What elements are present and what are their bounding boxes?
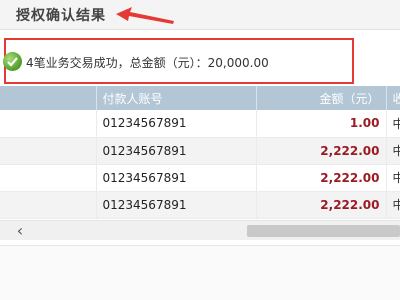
amount-cell: 2,222.00	[256, 164, 387, 192]
footer-area	[0, 246, 400, 300]
column-header-amount: 金额（元）	[256, 86, 387, 110]
transaction-table: 付款人账号 金额（元） 收 01234567891 1.00 中 0123456…	[0, 86, 400, 220]
row-cell-blank	[0, 137, 97, 165]
amount-cell: 2,222.00	[256, 137, 387, 165]
payer-account-cell: 01234567891	[96, 110, 257, 138]
row-cell-blank	[0, 191, 97, 219]
page-header: 授权确认结果	[0, 0, 400, 30]
scrollbar-thumb[interactable]	[247, 225, 400, 237]
table-row[interactable]: 01234567891 2,222.00 中	[0, 137, 400, 165]
partial-cell: 中	[386, 191, 400, 219]
column-header-payer-account: 付款人账号	[96, 86, 257, 110]
column-header	[0, 86, 97, 110]
partial-cell: 中	[386, 110, 400, 138]
table-row[interactable]: 01234567891 1.00 中	[0, 110, 400, 138]
annotation-arrow-icon	[116, 7, 174, 24]
amount-cell: 2,222.00	[256, 191, 387, 219]
payer-account-cell: 01234567891	[96, 191, 257, 219]
payer-account-cell: 01234567891	[96, 164, 257, 192]
partial-cell: 中	[386, 137, 400, 165]
table-row[interactable]: 01234567891 2,222.00 中	[0, 164, 400, 192]
row-cell-blank	[0, 110, 97, 138]
horizontal-scrollbar[interactable]: ‹	[0, 220, 400, 240]
partial-cell: 中	[386, 164, 400, 192]
page-title: 授权确认结果	[16, 8, 106, 24]
status-message: 4笔业务交易成功，总金额（元）：20,000.00	[26, 56, 269, 70]
column-header-partial: 收	[386, 86, 400, 110]
payer-account-cell: 01234567891	[96, 137, 257, 165]
table-row[interactable]: 01234567891 2,222.00 中	[0, 191, 400, 219]
amount-cell: 1.00	[256, 110, 387, 138]
success-check-icon	[3, 52, 22, 71]
scroll-left-icon[interactable]: ‹	[10, 221, 30, 240]
result-status-box: 4笔业务交易成功，总金额（元）：20,000.00	[3, 38, 354, 84]
row-cell-blank	[0, 164, 97, 192]
table-header-row: 付款人账号 金额（元） 收	[0, 86, 400, 110]
